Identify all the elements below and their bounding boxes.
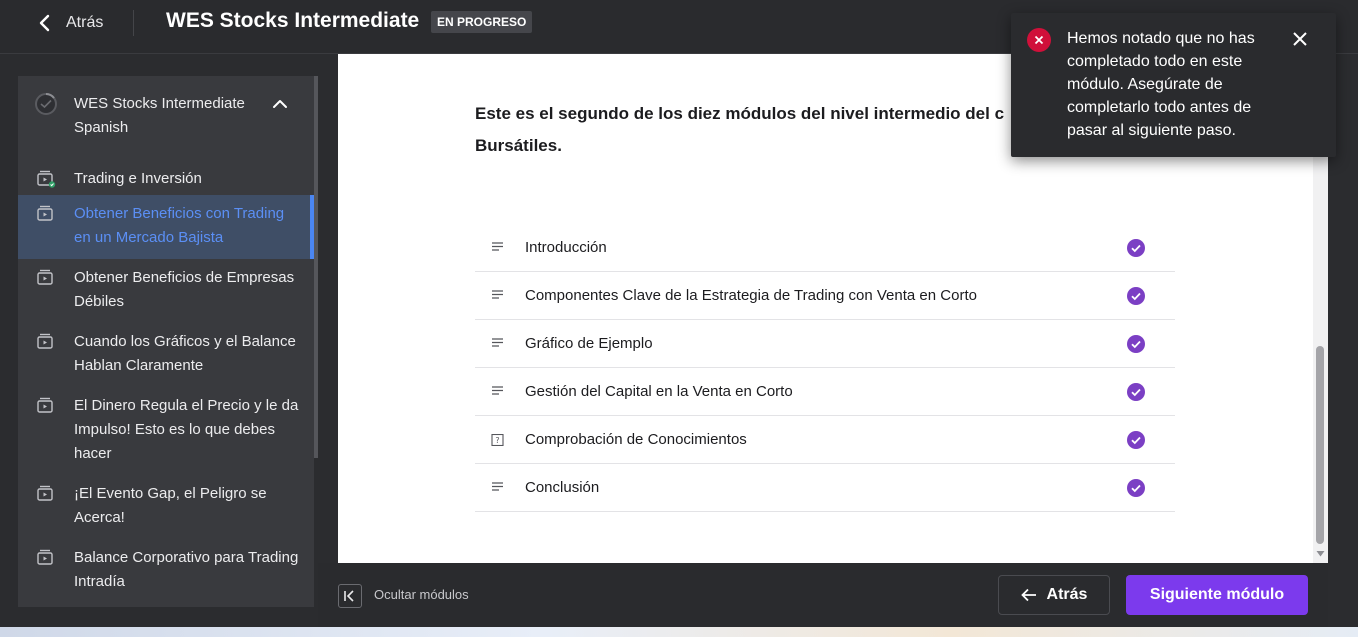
outline-label: Componentes Clave de la Estrategia de Tr… <box>525 287 977 304</box>
text-lines-icon <box>492 290 503 299</box>
video-lesson-icon <box>37 269 53 285</box>
sidebar-lesson-dinero-precio[interactable]: El Dinero Regula el Precio y le da Impul… <box>18 387 314 475</box>
sidebar-lesson-evento-gap[interactable]: ¡El Evento Gap, el Peligro se Acerca! <box>18 475 314 539</box>
sidebar-scrollbar[interactable] <box>314 76 318 458</box>
lesson-label: Obtener Beneficios de Empresas Débiles <box>74 269 295 310</box>
sidebar-lesson-graficos-balance[interactable]: Cuando los Gráficos y el Balance Hablan … <box>18 323 314 387</box>
lesson-label: Trading e Inversión <box>74 170 202 187</box>
outline-label: Conclusión <box>525 479 600 496</box>
module-title: WES Stocks Intermediate Spanish <box>74 95 245 136</box>
warning-toast: Hemos notado que no has completado todo … <box>1011 13 1336 157</box>
text-lines-icon <box>492 242 503 251</box>
svg-text:?: ? <box>495 436 499 445</box>
check-circle-icon <box>1127 383 1145 401</box>
next-module-button[interactable]: Siguiente módulo <box>1126 575 1308 615</box>
check-circle-icon <box>1127 479 1145 497</box>
outline-label: Comprobación de Conocimientos <box>525 431 747 448</box>
hide-modules-label[interactable]: Ocultar módulos <box>374 587 469 602</box>
text-lines-icon <box>492 482 503 491</box>
top-divider <box>133 10 134 36</box>
course-title: WES Stocks Intermediate <box>166 9 420 32</box>
module-sidebar: WES Stocks Intermediate Spanish Trading … <box>18 76 314 607</box>
check-circle-icon <box>1127 431 1145 449</box>
outline-label: Gestión del Capital en la Venta en Corto <box>525 383 793 400</box>
outline-row[interactable]: Componentes Clave de la Estrategia de Tr… <box>475 272 1175 320</box>
lesson-label: Balance Corporativo para Trading Intradí… <box>74 549 299 590</box>
lesson-label: El Dinero Regula el Precio y le da Impul… <box>74 397 299 462</box>
video-lesson-icon <box>37 333 53 349</box>
video-lesson-icon <box>37 549 53 565</box>
collapse-left-icon <box>344 590 354 602</box>
video-lesson-icon <box>37 170 56 188</box>
outline-row[interactable]: Gráfico de Ejemplo <box>475 320 1175 368</box>
text-lines-icon <box>492 386 503 395</box>
outline-row[interactable]: Introducción <box>475 224 1175 272</box>
desktop-background-strip <box>0 627 1358 637</box>
outline-label: Introducción <box>525 239 607 256</box>
quiz-icon: ? <box>491 434 504 446</box>
video-lesson-icon <box>37 397 53 413</box>
close-icon[interactable] <box>1291 30 1309 48</box>
toast-message: Hemos notado que no has completado todo … <box>1067 30 1255 139</box>
arrow-left-icon <box>1020 588 1036 602</box>
outline-label: Gráfico de Ejemplo <box>525 335 653 352</box>
progress-ring-icon <box>35 93 57 115</box>
video-lesson-icon <box>37 205 53 221</box>
check-circle-icon <box>1127 239 1145 257</box>
error-circle-icon <box>1027 28 1051 52</box>
text-lines-icon <box>492 338 503 347</box>
status-badge: EN PROGRESO <box>431 11 533 33</box>
sidebar-lesson-balance-corporativo[interactable]: Balance Corporativo para Trading Intradí… <box>18 539 314 603</box>
top-back-label: Atrás <box>66 14 104 31</box>
chevron-up-icon[interactable] <box>272 96 288 112</box>
module-header[interactable]: WES Stocks Intermediate Spanish <box>18 88 314 144</box>
chevron-left-icon <box>39 14 50 32</box>
sidebar-lesson-trading-inversion[interactable]: Trading e Inversión <box>18 160 314 200</box>
check-circle-icon <box>1127 335 1145 353</box>
back-button[interactable]: Atrás <box>998 575 1110 615</box>
outline-row[interactable]: Conclusión <box>475 464 1175 512</box>
content-scrollbar-thumb[interactable] <box>1316 346 1324 544</box>
hide-modules-button[interactable] <box>338 584 362 608</box>
outline-row[interactable]: Gestión del Capital en la Venta en Corto <box>475 368 1175 416</box>
outline-row[interactable]: ? Comprobación de Conocimientos <box>475 416 1175 464</box>
lesson-label: ¡El Evento Gap, el Peligro se Acerca! <box>74 485 267 526</box>
module-outline: Introducción Componentes Clave de la Est… <box>475 224 1175 512</box>
video-lesson-icon <box>37 485 53 501</box>
sidebar-lesson-mercado-bajista[interactable]: Obtener Beneficios con Trading en un Mer… <box>18 195 314 259</box>
scroll-down-arrow-icon[interactable] <box>1316 549 1325 558</box>
top-back-link[interactable]: Atrás <box>36 10 103 36</box>
sidebar-lesson-empresas-debiles[interactable]: Obtener Beneficios de Empresas Débiles <box>18 259 314 323</box>
back-button-label: Atrás <box>1046 586 1088 603</box>
lesson-label: Obtener Beneficios con Trading en un Mer… <box>74 205 285 246</box>
check-circle-icon <box>1127 287 1145 305</box>
footer-bar: Ocultar módulos Atrás Siguiente módulo <box>318 563 1328 627</box>
lesson-label: Cuando los Gráficos y el Balance Hablan … <box>74 333 296 374</box>
